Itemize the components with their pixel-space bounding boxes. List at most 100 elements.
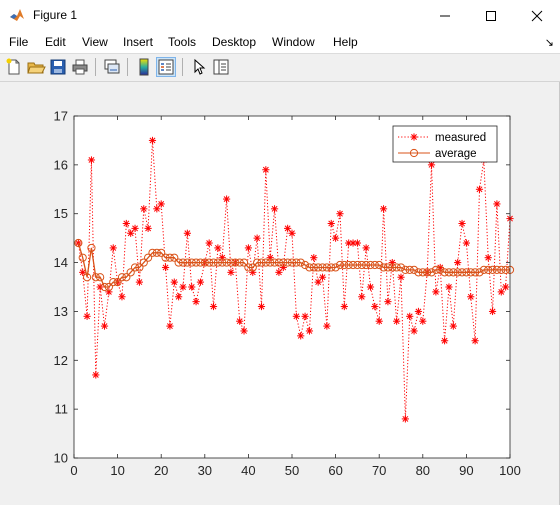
link-plot-button[interactable] [102, 57, 122, 77]
data-point-measured [297, 332, 305, 340]
x-tick-label: 50 [285, 463, 299, 478]
data-point-measured [175, 293, 183, 301]
data-point-measured [240, 327, 248, 335]
y-tick-label: 16 [54, 157, 68, 172]
data-point-measured [471, 337, 479, 345]
data-point-measured [327, 219, 335, 228]
y-tick-label: 11 [55, 402, 69, 417]
menu-help[interactable]: Help [333, 35, 358, 49]
y-tick-label: 10 [54, 451, 68, 466]
data-point-measured [441, 337, 449, 345]
link-plot-icon [104, 59, 120, 74]
data-point-measured [449, 322, 457, 330]
data-point-measured [214, 244, 222, 252]
legend-label: average [435, 148, 477, 160]
open-file-button[interactable] [26, 57, 46, 77]
menu-bar: File Edit View Insert Tools Desktop Wind… [0, 31, 560, 54]
menu-desktop[interactable]: Desktop [212, 35, 256, 49]
data-point-measured [144, 224, 152, 232]
data-point-measured [323, 322, 331, 330]
data-point-measured [393, 317, 401, 325]
data-point-measured [332, 234, 340, 242]
toolbar-separator [182, 58, 183, 76]
menu-edit[interactable]: Edit [45, 35, 66, 49]
data-point-measured [362, 244, 370, 252]
data-point-measured [358, 293, 366, 301]
edit-plot-button[interactable] [189, 57, 209, 77]
data-point-measured [414, 307, 423, 316]
data-point-measured [467, 293, 475, 301]
data-point-measured [310, 254, 318, 262]
data-point-measured [353, 239, 361, 247]
menu-window[interactable]: Window [272, 35, 315, 49]
insert-colorbar-button[interactable] [134, 57, 154, 77]
data-point-measured [223, 195, 231, 203]
x-tick-label: 0 [70, 463, 77, 478]
data-point-measured [410, 327, 418, 335]
data-point-measured [445, 283, 453, 291]
x-tick-label: 60 [328, 463, 342, 478]
minimize-button[interactable] [422, 0, 468, 31]
menu-file[interactable]: File [9, 35, 28, 49]
data-point-measured [236, 317, 244, 325]
plot-area [74, 116, 510, 458]
data-point-measured [135, 278, 143, 286]
property-inspector-button[interactable] [211, 57, 231, 77]
data-point-measured [493, 200, 501, 208]
data-point-measured [257, 302, 266, 311]
data-point-measured [340, 302, 348, 311]
data-point-measured [301, 312, 309, 320]
x-tick-label: 40 [241, 463, 255, 478]
data-point-measured [227, 268, 235, 276]
data-point-measured [179, 283, 187, 291]
matlab-icon [10, 9, 24, 21]
data-point-measured [118, 293, 126, 301]
x-tick-label: 20 [154, 463, 168, 478]
title-bar[interactable]: Figure 1 [0, 0, 560, 31]
data-point-measured [379, 205, 388, 213]
data-point-measured [183, 229, 191, 237]
data-point-measured [270, 205, 279, 213]
maximize-button[interactable] [468, 0, 514, 31]
minimize-icon [440, 15, 450, 17]
data-point-measured [397, 273, 405, 281]
data-point-measured [371, 302, 379, 311]
save-button[interactable] [48, 57, 68, 77]
insert-legend-button[interactable] [156, 57, 176, 77]
data-point-measured [419, 317, 427, 325]
y-tick-label: 12 [54, 353, 68, 368]
data-point-measured [475, 185, 484, 193]
legend[interactable]: measured average [392, 125, 498, 163]
line-chart[interactable]: 0 10 20 30 40 50 60 70 80 90 1001011121314151617 m… [0, 82, 560, 505]
legend-label: measured [435, 132, 486, 144]
x-tick-label: 70 [372, 463, 386, 478]
print-icon [72, 59, 88, 75]
x-tick-label: 80 [416, 463, 430, 478]
close-icon [531, 10, 543, 22]
dock-arrow-icon[interactable]: ↘ [545, 36, 554, 49]
print-button[interactable] [70, 57, 90, 77]
x-tick-label: 100 [499, 463, 521, 478]
data-point-measured [462, 239, 470, 247]
data-point-measured [458, 219, 466, 228]
data-point-measured [83, 312, 91, 320]
toolbar-separator [127, 58, 128, 76]
window-title: Figure 1 [33, 8, 78, 22]
data-point-measured [92, 371, 100, 379]
data-point-measured [148, 136, 157, 145]
data-point-measured [262, 166, 270, 174]
data-point-measured [384, 298, 392, 306]
data-point-measured [196, 278, 205, 286]
menu-view[interactable]: View [82, 35, 108, 49]
menu-insert[interactable]: Insert [123, 35, 153, 49]
data-point-measured [484, 254, 492, 262]
property-inspector-icon [213, 59, 229, 75]
menu-tools[interactable]: Tools [168, 35, 196, 49]
open-file-icon [27, 62, 46, 74]
figure-canvas[interactable]: 0 10 20 30 40 50 60 70 80 90 100 10 11 12 13 14 15 16 17 m… [0, 82, 560, 505]
data-point-measured [292, 312, 300, 320]
new-figure-button[interactable] [4, 57, 24, 77]
data-point-measured [209, 302, 218, 311]
legend-icon [158, 59, 174, 75]
close-button[interactable] [514, 0, 560, 31]
